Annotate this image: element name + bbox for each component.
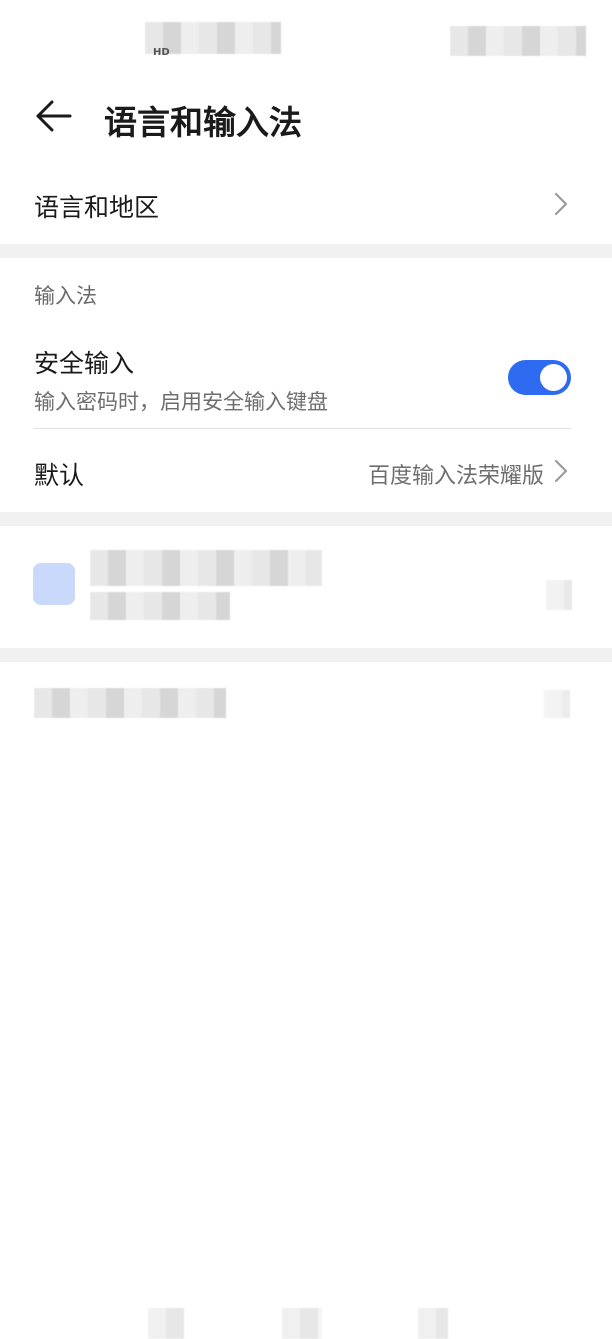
secure-input-toggle[interactable] xyxy=(508,360,571,395)
back-button[interactable] xyxy=(30,94,78,138)
more-settings-label-obscured xyxy=(34,688,226,718)
language-region-row[interactable]: 语言和地区 xyxy=(0,160,612,244)
section-divider xyxy=(0,648,612,662)
input-method-entry-obscured[interactable] xyxy=(0,526,612,646)
trailing-obscured xyxy=(546,580,572,610)
back-arrow-icon xyxy=(36,100,72,132)
row-divider xyxy=(34,428,571,429)
chevron-right-icon xyxy=(554,192,568,216)
default-label: 默认 xyxy=(34,461,85,490)
input-method-subtitle-obscured xyxy=(90,592,230,620)
hd-badge: HD xyxy=(153,47,170,58)
nav-recents-obscured[interactable] xyxy=(418,1308,448,1339)
page-title: 语言和输入法 xyxy=(104,103,302,142)
input-method-app-icon xyxy=(33,563,75,605)
nav-home-obscured[interactable] xyxy=(282,1308,322,1339)
app-header: 语言和输入法 xyxy=(0,78,612,154)
section-header-input-methods: 输入法 xyxy=(34,284,97,308)
section-divider xyxy=(0,244,612,258)
default-input-method-value: 百度输入法荣耀版 xyxy=(367,464,544,489)
section-divider xyxy=(0,512,612,526)
nav-back-obscured[interactable] xyxy=(148,1308,184,1339)
toggle-knob xyxy=(540,364,567,391)
trailing-obscured xyxy=(544,690,570,718)
chevron-right-icon xyxy=(554,459,568,483)
status-icons-obscured xyxy=(450,26,586,56)
input-method-name-obscured xyxy=(90,550,322,586)
language-region-label: 语言和地区 xyxy=(34,193,160,222)
status-bar: HD xyxy=(0,0,612,70)
default-input-method-row[interactable]: 默认 百度输入法荣耀版 xyxy=(0,430,612,510)
secure-input-description: 输入密码时，启用安全输入键盘 xyxy=(34,390,328,414)
secure-input-label: 安全输入 xyxy=(34,349,135,378)
more-settings-row-obscured[interactable] xyxy=(0,662,612,742)
system-navigation-bar xyxy=(0,1300,612,1339)
